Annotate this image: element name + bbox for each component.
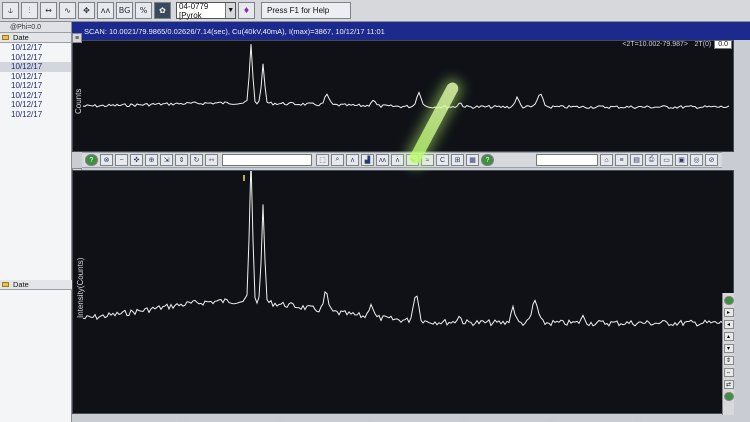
arrow-right-icon[interactable]: ▸ (723, 308, 734, 317)
chevron-down-icon[interactable]: ▼ (225, 3, 235, 18)
arrows-icon[interactable]: ↔ (40, 2, 57, 19)
settings-icon[interactable]: ✿ (154, 2, 171, 19)
left-lower-list: Date (0, 280, 72, 290)
left-panel: @Phi=0.0 Date 10/12/17 10/12/17 10/12/17… (0, 22, 72, 422)
date-header-label: Date (13, 280, 29, 289)
wave-icon[interactable]: ∿ (59, 2, 76, 19)
list-item[interactable]: 10/12/17 (0, 53, 71, 63)
print-icon[interactable]: ⎙ (645, 154, 658, 166)
pattern-select-value: 04-0779 [Pyrok (179, 1, 209, 20)
expand-icon[interactable]: ✜ (130, 154, 143, 166)
percent-icon[interactable]: % (135, 2, 152, 19)
folder-icon (2, 35, 9, 40)
display-select[interactable] (536, 154, 598, 166)
down-icon[interactable]: ▾ (723, 344, 734, 353)
peak-icon[interactable]: ⫝ (2, 2, 19, 19)
x-tick-label: 50 (459, 416, 468, 422)
help-icon-4[interactable] (723, 392, 734, 401)
folder-icon (2, 282, 9, 287)
zoom-in-icon[interactable]: ⊕ (145, 154, 158, 166)
overview-collapse-handle[interactable]: ≡ (72, 33, 82, 43)
minus-icon[interactable]: − (115, 154, 128, 166)
peak-label-icon[interactable]: ʌ̇ (391, 154, 404, 166)
pattern-id-input[interactable] (222, 154, 312, 166)
date-column-header[interactable]: Date (0, 33, 71, 43)
search-icon[interactable]: ⌕ (331, 154, 344, 166)
bars-icon[interactable]: ⫶ (21, 2, 38, 19)
list-icon[interactable]: ≡ (615, 154, 628, 166)
flame-icon[interactable]: ♦ (238, 2, 255, 19)
twotheta-label: 2T(0) (694, 41, 712, 48)
pattern-select[interactable]: 04-0779 [Pyrok ▼ (176, 1, 236, 20)
move-icon[interactable]: ✥ (78, 2, 95, 19)
list-item[interactable]: 10/12/17 (0, 100, 71, 110)
pattern-toolbar: ? ⊗ − ✜ ⊕ ⇲ ⇕ ↻ ⇿ ⬚ ⌕ ʌ ▟ ʌʌ ʌ̇ ∿ ≈ C ⊞ … (82, 152, 722, 168)
list-item[interactable]: 10/12/17 (0, 62, 71, 72)
shift-icon[interactable]: ⇕ (723, 356, 734, 365)
box-icon[interactable]: ▣ (675, 154, 688, 166)
help-icon-2[interactable]: ? (481, 154, 494, 166)
main-trace-svg (82, 171, 730, 327)
overview-trace-svg (82, 44, 730, 110)
scan-info-text: SCAN: 10.0021/79.9865/0.02626/7.14(sec),… (84, 26, 385, 36)
close-icon[interactable]: ⊗ (100, 154, 113, 166)
right-tool-strip: ▸ ◂ ▴ ▾ ⇕ ⇔ ⇄ (722, 293, 734, 415)
list-item[interactable]: 10/12/17 (0, 81, 71, 91)
help-status: Press F1 for Help (261, 2, 351, 19)
refresh-icon[interactable]: ↻ (190, 154, 203, 166)
xrd-software-screen: ⫝ ⫶ ↔ ∿ ✥ ʌʌ BG % ✿ 04-0779 [Pyrok ▼ ♦ P… (0, 0, 750, 422)
main-toolbar: ⫝ ⫶ ↔ ∿ ✥ ʌʌ BG % ✿ 04-0779 [Pyrok ▼ ♦ P… (0, 0, 750, 22)
list-item[interactable]: 10/12/17 (0, 91, 71, 101)
swap-icon[interactable]: ⇄ (723, 380, 734, 389)
range-label: <2T=10.002-79.987> (622, 41, 688, 48)
x-tick-label: 30 (274, 416, 283, 422)
grid-icon[interactable]: ⊞ (451, 154, 464, 166)
page-icon[interactable]: ▤ (630, 154, 643, 166)
help-icon-3[interactable] (723, 296, 734, 305)
expand-icon-2[interactable]: ⇔ (723, 368, 734, 377)
phi-text: @Phi=0.0 (10, 23, 42, 31)
x-tick-label: 60 (546, 416, 555, 422)
date-header-label: Date (13, 33, 29, 42)
copy-icon[interactable]: C (436, 154, 449, 166)
box-zoom-icon[interactable]: ⬚ (316, 154, 329, 166)
x-tick-label: 20 (179, 416, 188, 422)
phi-bar: @Phi=0.0 (0, 22, 71, 33)
tool-icon[interactable]: ⌂ (600, 154, 613, 166)
list-item[interactable]: 10/12/17 (0, 72, 71, 82)
x-tick-label: 40 (367, 416, 376, 422)
overview-pattern-plot[interactable] (72, 40, 734, 152)
main-pattern-plot[interactable] (72, 170, 734, 414)
up-icon[interactable]: ▴ (723, 332, 734, 341)
multi-peak-icon[interactable]: ʌʌ (97, 2, 114, 19)
target-icon[interactable]: ◎ (690, 154, 703, 166)
pan-icon[interactable]: ⇿ (205, 154, 218, 166)
bg-icon[interactable]: BG (116, 2, 133, 19)
twotheta-box[interactable]: 2T(0) 0.0 (695, 40, 732, 49)
stop-icon[interactable]: ⊘ (705, 154, 718, 166)
overview-ylabel: Counts (74, 88, 83, 114)
twotheta-value[interactable]: 0.0 (714, 40, 732, 49)
help-icon[interactable]: ? (85, 154, 98, 166)
arrow-left-icon[interactable]: ◂ (723, 320, 734, 329)
peak-fit-icon[interactable]: ʌʌ (376, 154, 389, 166)
scale-icon[interactable]: ⇕ (175, 154, 188, 166)
list-item[interactable]: 10/12/17 (0, 110, 71, 120)
date-column-header-2[interactable]: Date (0, 280, 72, 290)
peak-search-icon[interactable]: ʌ (346, 154, 359, 166)
table-icon[interactable]: ▦ (466, 154, 479, 166)
help-text: Press F1 for Help (267, 6, 330, 15)
fit-icon[interactable]: ⇲ (160, 154, 173, 166)
main-trace (82, 171, 730, 327)
x-tick-label: 70 (633, 416, 642, 422)
frame-icon[interactable]: ▭ (660, 154, 673, 166)
main-ylabel: Intensity(Counts) (76, 257, 85, 318)
histogram-icon[interactable]: ▟ (361, 154, 374, 166)
list-item[interactable]: 10/12/17 (0, 43, 71, 53)
overview-trace (82, 44, 730, 110)
scan-info-bar: SCAN: 10.0021/79.9865/0.02626/7.14(sec),… (72, 22, 750, 40)
